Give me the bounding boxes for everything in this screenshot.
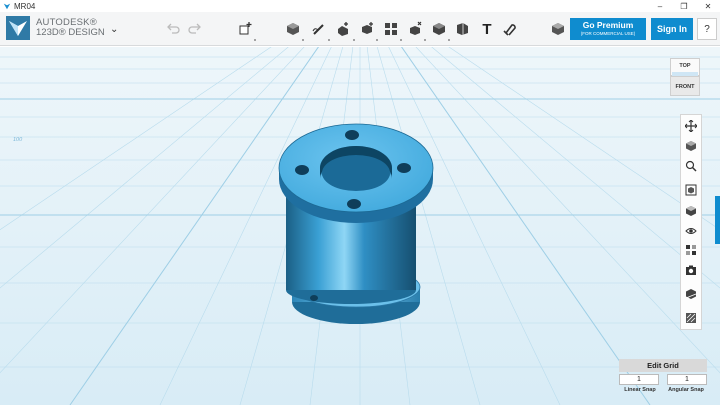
title-bar: MR04 – ❐ ✕ — [0, 0, 720, 12]
sketch-tool-icon[interactable] — [310, 20, 328, 38]
main-toolbar: AUTODESK® 123D® DESIGN ⌄ T Go Premium (F… — [0, 12, 720, 46]
side-panel-tab[interactable] — [715, 196, 720, 244]
snap-icon[interactable] — [683, 310, 699, 326]
grid-toggle-icon[interactable] — [683, 286, 699, 302]
screenshot-icon[interactable] — [683, 262, 699, 278]
materials-icon[interactable] — [683, 242, 699, 258]
measure-tool-icon[interactable] — [453, 20, 471, 38]
primitives-tool-icon[interactable] — [284, 20, 302, 38]
3d-viewport[interactable]: 100 — [0, 47, 720, 405]
undo-icon[interactable] — [164, 20, 182, 38]
text-tool-label: T — [482, 20, 492, 38]
brand-line-2: 123D® DESIGN — [36, 27, 105, 38]
go-premium-button[interactable]: Go Premium (FOR COMMERCIAL USE) — [570, 18, 646, 40]
grouping-tool-icon[interactable] — [406, 20, 424, 38]
maximize-button[interactable]: ❐ — [672, 0, 696, 12]
pan-icon[interactable] — [683, 118, 699, 134]
window-title: MR04 — [14, 1, 36, 11]
go-premium-sublabel: (FOR COMMERCIAL USE) — [580, 31, 636, 36]
angular-snap-label: Angular Snap — [668, 387, 704, 393]
app-logo — [6, 16, 30, 40]
modify-tool-icon[interactable] — [358, 20, 376, 38]
sign-in-button[interactable]: Sign In — [651, 18, 693, 40]
main-menu-chevron-icon[interactable]: ⌄ — [110, 24, 118, 35]
visibility-icon[interactable] — [683, 223, 699, 239]
edit-grid-panel: Edit Grid Linear Snap Angular Snap — [619, 359, 707, 399]
brand-text: AUTODESK® 123D® DESIGN — [36, 18, 105, 38]
view-cube-front[interactable]: FRONT — [670, 76, 700, 96]
material-tool-icon[interactable] — [549, 20, 567, 38]
snap-tool-icon[interactable] — [501, 20, 519, 38]
navigation-toolbar — [680, 114, 702, 330]
help-button[interactable]: ? — [697, 18, 717, 40]
close-button[interactable]: ✕ — [696, 0, 720, 12]
edit-grid-button[interactable]: Edit Grid — [619, 359, 707, 372]
go-premium-label: Go Premium — [582, 20, 634, 30]
grid-size-label: 100 — [13, 137, 23, 143]
app-icon — [3, 3, 11, 10]
angular-snap-input[interactable] — [667, 374, 707, 385]
minimize-button[interactable]: – — [648, 0, 672, 12]
text-tool-icon[interactable]: T — [478, 20, 496, 38]
redo-icon[interactable] — [186, 20, 204, 38]
combine-tool-icon[interactable] — [430, 20, 448, 38]
linear-snap-input[interactable] — [619, 374, 659, 385]
view-cube[interactable]: TOP FRONT — [670, 58, 700, 96]
pattern-tool-icon[interactable] — [382, 20, 400, 38]
orbit-icon[interactable] — [683, 138, 699, 154]
zoom-icon[interactable] — [683, 158, 699, 174]
construct-tool-icon[interactable] — [335, 20, 353, 38]
linear-snap-label: Linear Snap — [624, 387, 656, 393]
3d-scene — [0, 47, 720, 405]
view-mode-icon[interactable] — [683, 203, 699, 219]
fit-icon[interactable] — [683, 182, 699, 198]
transform-tool-icon[interactable] — [236, 20, 254, 38]
